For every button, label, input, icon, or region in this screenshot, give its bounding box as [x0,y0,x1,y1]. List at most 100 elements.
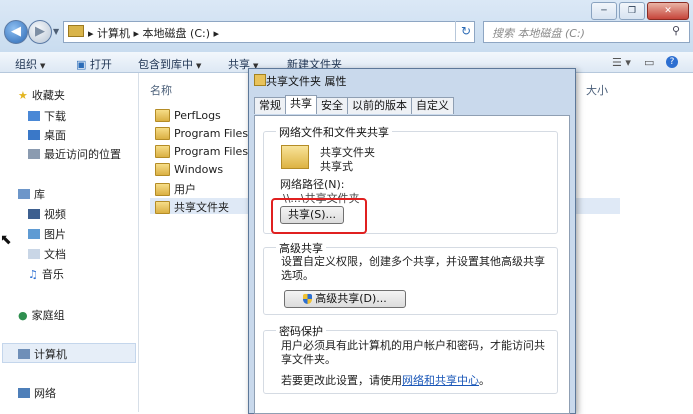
computer-icon [18,349,30,359]
nav-item-pictures[interactable]: 图片 [28,226,66,242]
search-icon[interactable]: ⚲ [672,24,680,37]
recent-places-icon [28,149,40,159]
star-icon: ★ [18,88,28,102]
advanced-sharing-button[interactable]: 高级共享(D)... [284,290,406,308]
network-sharing-center-link[interactable]: 网络和共享中心 [402,374,479,387]
folder-share-state: 共享式 [320,160,353,173]
list-item[interactable]: 共享文件夹 [155,199,229,215]
column-header-size[interactable]: 大小 [586,82,608,98]
nav-label: 下载 [44,110,66,123]
nav-item-recent[interactable]: 最近访问的位置 [28,146,121,162]
folder-icon [155,182,170,196]
nav-libraries-label: 库 [34,188,45,201]
downloads-icon [28,111,40,121]
open-icon: ▣ [76,58,87,71]
minimize-button[interactable]: ─ [591,2,617,20]
folder-icon [155,163,170,176]
list-item[interactable]: Program Files [155,127,248,140]
folder-icon [155,145,170,158]
libraries-icon [18,189,30,199]
nav-homegroup[interactable]: ● 家庭组 [18,307,65,323]
close-button[interactable]: ✕ [647,2,689,20]
folder-icon [155,200,170,214]
nav-favorites[interactable]: ★ 收藏夹 [18,87,65,103]
folder-icon [155,109,170,122]
group-title: 高级共享 [276,240,326,256]
link-suffix: 。 [479,374,490,387]
include-in-library-menu[interactable]: 包含到库中 ▼ [138,56,201,72]
file-name: PerfLogs [174,109,221,122]
pictures-icon [28,229,40,239]
tab-previous-versions[interactable]: 以前的版本 [347,97,412,114]
password-setting-text: 若要更改此设置，请使用网络和共享中心。 [281,372,490,388]
link-prefix: 若要更改此设置，请使用 [281,374,402,387]
refresh-button[interactable]: ↻ [455,21,476,41]
window-controls: ─ ❐ ✕ [591,2,689,20]
search-placeholder: 搜索 本地磁盘 (C:) [492,27,585,40]
music-icon: ♫ [28,267,38,281]
tab-sharing[interactable]: 共享 [285,95,317,114]
annotation-highlight-box [271,198,367,234]
uac-shield-icon [303,294,313,304]
dialog-tabs: 常规 共享 安全 以前的版本 自定义 [254,95,454,115]
nav-label: 最近访问的位置 [44,148,121,161]
shared-folder-icon [281,145,309,169]
nav-item-videos[interactable]: 视频 [28,206,66,222]
file-name: Program Files ( [174,145,256,158]
video-icon [28,209,40,219]
nav-label: 桌面 [44,129,66,142]
nav-item-desktop[interactable]: 桌面 [28,127,66,143]
file-name: 共享文件夹 [174,201,229,214]
maximize-button[interactable]: ❐ [619,2,645,20]
nav-network-label: 网络 [34,387,56,400]
preview-pane-icon[interactable]: ▭ [644,56,654,69]
homegroup-icon: ● [18,308,28,322]
nav-label: 音乐 [41,268,64,281]
advanced-sharing-description: 设置自定义权限，创建多个共享，并设置其他高级共享选项。 [281,255,545,282]
open-button[interactable]: ▣ 打开 [76,56,112,72]
folder-icon [155,127,170,140]
password-protection-description: 用户必须具有此计算机的用户帐户和密码，才能访问共享文件夹。 [281,339,545,366]
view-options-icon[interactable]: ☰ ▾ [612,56,631,69]
list-item[interactable]: Program Files ( [155,145,256,158]
mouse-cursor-icon: ⬉ [0,232,12,248]
list-item[interactable]: Windows [155,163,223,176]
nav-computer[interactable]: 计算机 [18,346,67,362]
nav-item-music[interactable]: ♫ 音乐 [28,266,64,282]
advanced-sharing-label: 高级共享(D)... [315,292,387,305]
group-title: 网络文件和文件夹共享 [276,124,392,140]
tab-security[interactable]: 安全 [316,97,348,114]
nav-item-downloads[interactable]: 下载 [28,108,66,124]
computer-icon [68,25,84,37]
tab-customize[interactable]: 自定义 [411,97,454,114]
nav-item-documents[interactable]: 文档 [28,246,66,262]
nav-libraries[interactable]: 库 [18,186,45,202]
group-title: 密码保护 [276,323,326,339]
file-name: Windows [174,163,224,176]
help-icon[interactable]: ? [666,56,678,68]
nav-network[interactable]: 网络 [18,385,56,401]
dialog-title: 共享文件夹 属性 [266,75,347,88]
list-item[interactable]: 用户 [155,181,196,197]
nav-label: 视频 [44,208,66,221]
network-icon [18,388,30,398]
share-menu-label: 共享 [228,58,250,71]
forward-button[interactable]: ▶ [28,20,52,44]
nav-homegroup-label: 家庭组 [31,309,65,322]
folder-icon [254,74,266,86]
back-button[interactable]: ◀ [4,20,28,44]
documents-icon [28,249,40,259]
address-path[interactable]: ▸ 计算机 ▸ 本地磁盘 (C:) ▸ [88,25,219,41]
nav-label: 文档 [44,248,66,261]
tab-general[interactable]: 常规 [254,97,286,114]
list-item[interactable]: PerfLogs [155,109,221,122]
nav-favorites-label: 收藏夹 [31,89,65,102]
recent-pages-dropdown[interactable]: ▼ [53,27,59,36]
nav-computer-label: 计算机 [34,348,67,361]
organize-menu[interactable]: 组织 ▼ [15,56,45,72]
column-header-name[interactable]: 名称 [150,82,172,98]
file-name: 用户 [174,183,196,196]
desktop-icon [28,130,40,140]
nav-label: 图片 [44,228,66,241]
organize-label: 组织 [15,58,37,71]
